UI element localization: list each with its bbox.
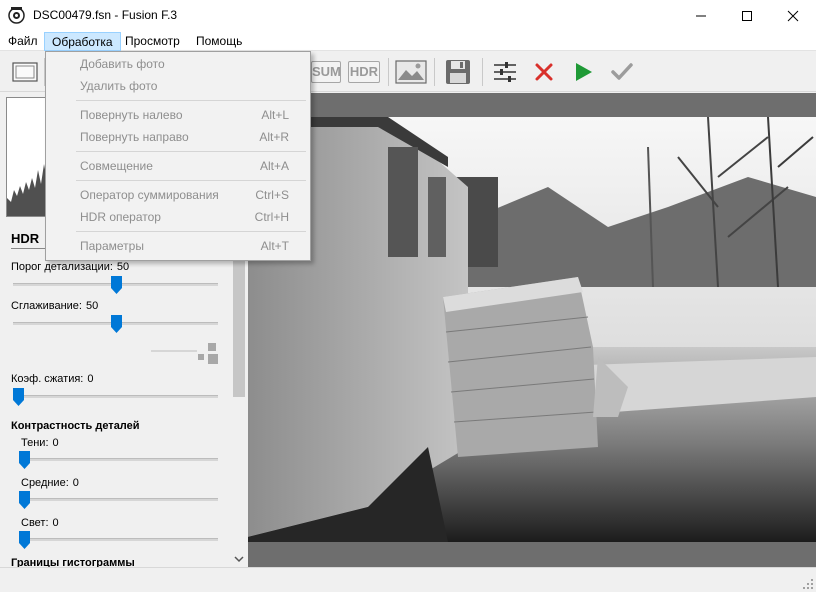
frame-icon bbox=[12, 62, 38, 82]
menu-sum-operator[interactable]: Оператор суммирования Ctrl+S bbox=[47, 185, 309, 205]
menu-rotate-right[interactable]: Повернуть направо Alt+R bbox=[47, 127, 309, 147]
photo-image bbox=[248, 117, 816, 542]
menu-separator bbox=[76, 151, 306, 152]
menu-view[interactable]: Просмотр bbox=[118, 32, 187, 51]
detail-threshold-label: Порог детализации: 50 bbox=[11, 261, 130, 273]
save-icon bbox=[446, 60, 470, 84]
menu-add-photo[interactable]: Добавить фото bbox=[47, 54, 309, 74]
compression-value: 0 bbox=[87, 373, 94, 385]
close-icon bbox=[787, 10, 799, 22]
maximize-button[interactable] bbox=[724, 0, 770, 31]
title-bar: DSC00479.fsn - Fusion F.3 bbox=[0, 0, 816, 31]
frame-button[interactable] bbox=[10, 58, 40, 86]
hdr-button[interactable]: HDR bbox=[348, 61, 380, 83]
settings-sliders-icon bbox=[494, 62, 516, 82]
app-logo-icon bbox=[8, 7, 25, 24]
status-bar bbox=[0, 567, 816, 592]
menu-alignment[interactable]: Совмещение Alt+A bbox=[47, 156, 309, 176]
menu-separator bbox=[76, 231, 306, 232]
minimize-icon bbox=[696, 15, 706, 17]
lights-label: Свет: 0 bbox=[21, 517, 59, 529]
run-button[interactable] bbox=[568, 58, 598, 86]
menu-file[interactable]: Файл bbox=[1, 32, 45, 51]
menu-processing[interactable]: Обработка bbox=[44, 32, 121, 51]
midtones-label: Средние: 0 bbox=[21, 477, 79, 489]
apply-button[interactable] bbox=[607, 58, 637, 86]
size-toggle-icon[interactable] bbox=[151, 341, 221, 367]
shadows-slider[interactable] bbox=[19, 451, 30, 469]
image-viewport[interactable] bbox=[248, 93, 816, 567]
settings-button[interactable] bbox=[490, 58, 520, 86]
scroll-down-icon[interactable] bbox=[234, 555, 244, 563]
menu-separator bbox=[76, 180, 306, 181]
midtones-track[interactable] bbox=[19, 498, 218, 501]
toolbar-separator bbox=[434, 58, 435, 86]
window-title: DSC00479.fsn - Fusion F.3 bbox=[33, 8, 178, 22]
apply-check-icon bbox=[611, 63, 633, 80]
compression-slider[interactable] bbox=[13, 388, 24, 406]
cancel-button[interactable] bbox=[529, 58, 559, 86]
menu-remove-photo[interactable]: Удалить фото bbox=[47, 76, 309, 96]
lights-slider[interactable] bbox=[19, 531, 30, 549]
sum-button[interactable]: SUM bbox=[311, 61, 341, 83]
smoothing-slider[interactable] bbox=[111, 315, 122, 333]
detail-threshold-value: 50 bbox=[116, 261, 130, 273]
detail-contrast-title: Контрастность деталей bbox=[11, 420, 140, 432]
menu-rotate-left[interactable]: Повернуть налево Alt+L bbox=[47, 105, 309, 125]
lights-value: 0 bbox=[52, 517, 59, 529]
close-button[interactable] bbox=[770, 0, 816, 31]
image-icon bbox=[395, 60, 427, 84]
maximize-icon bbox=[742, 11, 752, 21]
menu-parameters[interactable]: Параметры Alt+T bbox=[47, 236, 309, 256]
midtones-value: 0 bbox=[72, 477, 79, 489]
compression-track[interactable] bbox=[13, 395, 218, 398]
smoothing-value: 50 bbox=[85, 300, 99, 312]
cancel-x-icon bbox=[535, 63, 553, 81]
resize-grip-icon[interactable] bbox=[802, 578, 814, 590]
midtones-slider[interactable] bbox=[19, 491, 30, 509]
processing-menu-dropdown: Добавить фото Удалить фото Повернуть нал… bbox=[45, 51, 311, 261]
menu-separator bbox=[76, 100, 306, 101]
shadows-label: Тени: 0 bbox=[21, 437, 59, 449]
panel-title: HDR bbox=[11, 231, 40, 246]
photo-preview bbox=[248, 117, 816, 542]
compression-label: Коэф. сжатия: 0 bbox=[11, 373, 94, 385]
menu-help[interactable]: Помощь bbox=[189, 32, 249, 51]
run-play-icon bbox=[576, 63, 592, 81]
shadows-value: 0 bbox=[52, 437, 59, 449]
image-button[interactable] bbox=[394, 58, 428, 86]
shadows-track[interactable] bbox=[19, 458, 218, 461]
toolbar-separator bbox=[482, 58, 483, 86]
lights-track[interactable] bbox=[19, 538, 218, 541]
minimize-button[interactable] bbox=[678, 0, 724, 31]
menu-hdr-operator[interactable]: HDR оператор Ctrl+H bbox=[47, 207, 309, 227]
smoothing-label: Сглаживание: 50 bbox=[11, 300, 99, 312]
save-button[interactable] bbox=[443, 58, 473, 86]
histogram-bounds-title: Границы гистограммы bbox=[11, 557, 135, 567]
menu-bar: Файл Обработка Просмотр Помощь bbox=[0, 31, 816, 51]
detail-threshold-slider[interactable] bbox=[111, 276, 122, 294]
toolbar-separator bbox=[388, 58, 389, 86]
